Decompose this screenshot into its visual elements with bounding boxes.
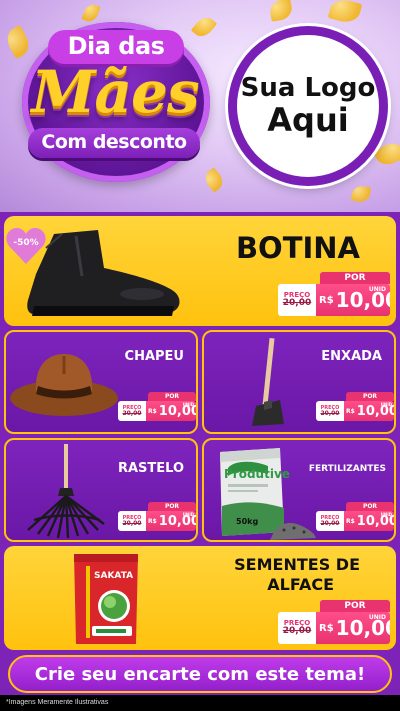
old-price-value: 20,00 bbox=[122, 409, 142, 417]
old-price: PREÇO 20,00 bbox=[118, 511, 146, 531]
product-card-botina[interactable]: BOTINA POR PREÇO 20,00 R$ 10,00 UNID bbox=[4, 216, 396, 326]
unid-label: UNID bbox=[380, 402, 392, 407]
old-price: PREÇO 20,00 bbox=[316, 511, 344, 531]
por-label: POR bbox=[320, 272, 390, 284]
currency: R$ bbox=[346, 407, 355, 415]
product-card-enxada[interactable]: ENXADA POR PREÇO 20,00 R$ 10,00 UNID bbox=[202, 330, 396, 434]
packet-brand: SAKATA bbox=[94, 571, 133, 581]
logo-text-line2: Aqui bbox=[267, 100, 349, 139]
product-card-chapeu[interactable]: CHAPEU POR PREÇO 20,00 R$ 10,00 UNID bbox=[4, 330, 198, 434]
currency: R$ bbox=[319, 622, 334, 634]
petal-decoration bbox=[327, 0, 363, 26]
product-name-line2: ALFACE bbox=[267, 575, 334, 594]
product-name: CHAPEU bbox=[124, 349, 184, 364]
old-price-value: 20,00 bbox=[282, 626, 312, 636]
product-card-sementes-alface[interactable]: SAKATA SEMENTES DE ALFACE POR PREÇO 20,0… bbox=[4, 546, 396, 650]
price-tag: POR PREÇO 20,00 R$ 10,00 UNID bbox=[316, 502, 394, 532]
cta-banner[interactable]: Crie seu encarte com este tema! bbox=[8, 655, 392, 693]
product-card-rastelo[interactable]: RASTELO POR PREÇO 20,00 R$ 10,00 UNID bbox=[4, 438, 198, 542]
boot-image bbox=[27, 230, 180, 316]
old-price-value: 20,00 bbox=[320, 519, 340, 527]
old-price-value: 20,00 bbox=[320, 409, 340, 417]
new-price: R$ 10,00 UNID bbox=[146, 511, 196, 531]
unid-label: UNID bbox=[182, 402, 194, 407]
old-price: PREÇO 20,00 bbox=[278, 284, 316, 316]
hoe-image bbox=[252, 337, 284, 426]
new-price: R$ 10,00 UNID bbox=[344, 511, 394, 531]
currency: R$ bbox=[148, 407, 157, 415]
product-card-fertilizantes[interactable]: Produtive 50kg FERTILIZANTES POR PREÇO 2… bbox=[202, 438, 396, 542]
new-price: R$ 10,00 UNID bbox=[344, 401, 394, 421]
price-tag: POR PREÇO 20,00 R$ 10,00 UNID bbox=[278, 600, 390, 646]
header-banner: Dia das Mães Com desconto Sua Logo Aqui bbox=[0, 0, 400, 212]
fertilizer-bag-image: Produtive 50kg bbox=[220, 448, 316, 540]
price-tag: POR PREÇO 20,00 R$ 10,00 UNID bbox=[118, 502, 196, 532]
petal-decoration bbox=[190, 13, 218, 41]
logo-text-line1: Sua Logo bbox=[240, 73, 376, 104]
hat-image bbox=[10, 354, 118, 416]
por-label: POR bbox=[346, 502, 394, 511]
product-name: FERTILIZANTES bbox=[308, 464, 386, 474]
unid-label: UNID bbox=[380, 512, 392, 517]
unid-label: UNID bbox=[368, 286, 386, 293]
bag-brand: Produtive bbox=[224, 467, 290, 481]
rake-image bbox=[27, 444, 105, 539]
unid-label: UNID bbox=[368, 614, 386, 621]
product-name-line1: SEMENTES DE bbox=[234, 555, 360, 574]
currency: R$ bbox=[148, 517, 157, 525]
bag-weight: 50kg bbox=[236, 517, 258, 526]
unid-label: UNID bbox=[182, 512, 194, 517]
petal-decoration bbox=[81, 2, 101, 24]
new-price: R$ 10,00 UNID bbox=[146, 401, 196, 421]
price-tag: POR PREÇO 20,00 R$ 10,00 UNID bbox=[118, 392, 196, 422]
petal-decoration bbox=[2, 24, 34, 60]
price-tag: POR PREÇO 20,00 R$ 10,00 UNID bbox=[316, 392, 394, 422]
por-label: POR bbox=[148, 392, 196, 401]
new-price: R$ 10,00 UNID bbox=[316, 612, 390, 644]
title-com-desconto: Com desconto bbox=[28, 128, 200, 158]
old-price: PREÇO 20,00 bbox=[316, 401, 344, 421]
product-name: ENXADA bbox=[321, 349, 382, 364]
por-label: POR bbox=[148, 502, 196, 511]
petal-decoration bbox=[268, 0, 294, 22]
old-price-value: 20,00 bbox=[282, 298, 312, 308]
seed-packet-image: SAKATA bbox=[74, 554, 138, 644]
petal-decoration bbox=[350, 184, 372, 204]
title-maes: Mães bbox=[31, 58, 199, 126]
por-label: POR bbox=[346, 392, 394, 401]
new-price: R$ 10,00 UNID bbox=[316, 284, 390, 316]
old-price-value: 20,00 bbox=[122, 519, 142, 527]
currency: R$ bbox=[319, 294, 334, 306]
currency: R$ bbox=[346, 517, 355, 525]
logo-placeholder[interactable]: Sua Logo Aqui bbox=[228, 26, 388, 186]
disclaimer-note: *Imagens Meramente Ilustrativas bbox=[0, 695, 400, 711]
por-label: POR bbox=[320, 600, 390, 612]
price-tag: POR PREÇO 20,00 R$ 10,00 UNID bbox=[278, 272, 390, 318]
petal-decoration bbox=[201, 167, 227, 193]
product-name: BOTINA bbox=[235, 231, 360, 265]
old-price: PREÇO 20,00 bbox=[118, 401, 146, 421]
product-name: RASTELO bbox=[117, 461, 184, 476]
old-price: PREÇO 20,00 bbox=[278, 612, 316, 644]
